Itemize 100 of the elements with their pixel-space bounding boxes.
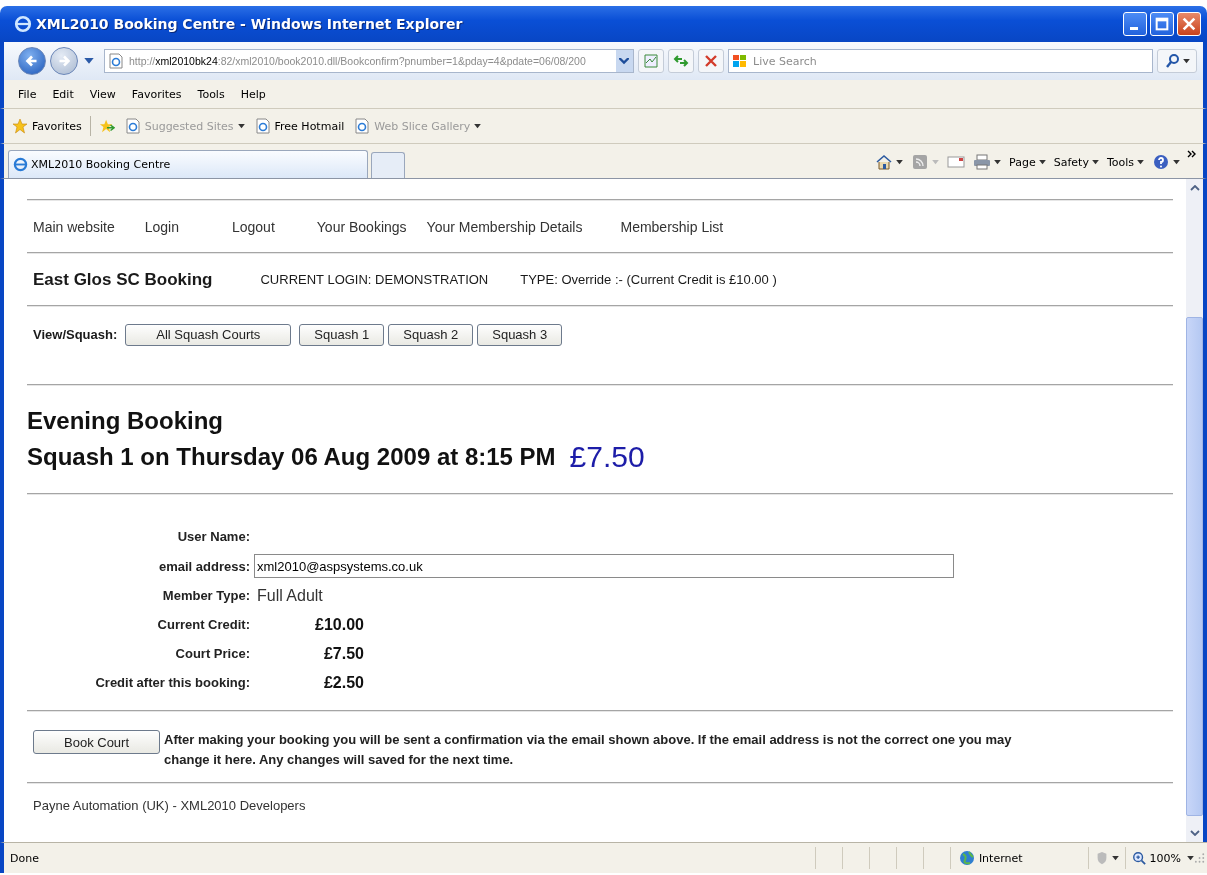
dropdown-arrow-icon [1182, 58, 1190, 64]
window-title: XML2010 Booking Centre - Windows Internet Explorer [36, 16, 464, 32]
footer-text: Payne Automation (UK) - XML2010 Developers [32, 797, 307, 813]
nav-link[interactable]: Membership List [620, 218, 724, 235]
dropdown-arrow-icon [1173, 159, 1180, 165]
globe-icon [958, 850, 975, 866]
menu-item[interactable]: View [81, 87, 124, 101]
account-type: TYPE: Override :- (Current Credit is £10.00 ) [520, 272, 777, 287]
field-label: Current Credit: [156, 616, 250, 634]
page-icon [254, 118, 271, 134]
printer-icon [973, 154, 992, 170]
club-title: East Glos SC Booking [33, 269, 213, 290]
stop-button[interactable] [698, 49, 724, 73]
scroll-up-icon[interactable] [1189, 185, 1200, 191]
email-field[interactable]: xml2010@aspsystems.co.uk [254, 554, 954, 578]
address-field[interactable]: http://xml2010bk24:82/xml2010/book2010.dll/Bookconfirm?pnumber=1&pday=4&pdate=06/08/200 [104, 49, 634, 73]
forward-button[interactable] [50, 47, 78, 75]
feed-icon [911, 154, 930, 170]
booking-price: £7.50 [569, 440, 645, 474]
compatibility-button[interactable] [638, 49, 664, 73]
field-value: Full Adult [256, 586, 324, 605]
page-icon [109, 53, 123, 69]
menu-item[interactable]: File [10, 87, 45, 101]
view-label: View/Squash: [33, 327, 118, 342]
stop-x-icon [703, 53, 719, 69]
favorites-button[interactable]: Favorites [10, 116, 84, 136]
home-button[interactable] [874, 153, 905, 171]
nav-link[interactable]: Login [144, 218, 179, 235]
command-menu[interactable]: Tools [1105, 154, 1145, 170]
field-label: email address: [157, 557, 250, 576]
dropdown-arrow-icon[interactable] [1186, 855, 1194, 861]
dropdown-arrow-icon [1137, 159, 1144, 165]
page-icon [354, 118, 371, 134]
zoom-button[interactable]: 100% [1125, 847, 1187, 869]
field-label: User Name: [176, 528, 250, 546]
minimize-icon [1130, 27, 1138, 30]
security-zone: Internet [949, 847, 1089, 869]
dropdown-arrow-icon [1091, 159, 1099, 165]
scrollbar-thumb[interactable] [1186, 317, 1203, 816]
nav-link[interactable]: Your Membership Details [426, 218, 583, 235]
favorites-link[interactable]: Free Hotmail [252, 116, 347, 136]
command-menu[interactable]: Safety [1052, 154, 1100, 170]
nav-link[interactable]: Your Bookings [316, 218, 407, 235]
nav-link[interactable]: Main website [33, 218, 115, 235]
address-dropdown-button[interactable] [616, 50, 633, 72]
close-button[interactable] [1177, 12, 1201, 36]
field-value: £10.00 [314, 615, 364, 634]
field-label: Court Price: [174, 645, 250, 663]
dropdown-arrow-icon [1112, 855, 1120, 861]
status-text: Done [10, 851, 40, 865]
scroll-down-icon[interactable] [1189, 830, 1200, 836]
refresh-button[interactable] [668, 49, 694, 73]
booking-title: Evening Booking [27, 406, 224, 436]
maximize-button[interactable] [1150, 12, 1174, 36]
court-button[interactable]: Squash 1 [299, 323, 385, 346]
help-icon [1152, 154, 1170, 170]
dropdown-arrow-icon [896, 159, 904, 165]
search-icon [1164, 53, 1181, 69]
dropdown-arrow-icon [932, 159, 940, 165]
dropdown-arrow-icon [474, 123, 482, 129]
command-menu[interactable]: Page [1008, 154, 1047, 170]
mail-button[interactable] [946, 153, 967, 171]
vertical-scrollbar[interactable] [1186, 179, 1203, 842]
minimize-button[interactable] [1123, 12, 1147, 36]
menu-item[interactable]: Favorites [123, 87, 190, 101]
back-button[interactable] [18, 47, 46, 75]
house-icon [875, 154, 894, 170]
field-label: Credit after this booking: [94, 674, 250, 692]
field-label: Member Type: [161, 587, 250, 605]
field-value: £7.50 [322, 644, 364, 663]
nav-link[interactable]: Logout [231, 218, 275, 235]
menu-item[interactable]: Tools [189, 87, 233, 101]
chevrons-right-icon[interactable] [1187, 150, 1197, 158]
confirmation-notice: After making your booking you will be sent a confirmation via the email shown above. If the email address is not the correct one you may change it here. Any changes will saved for the next time. [164, 731, 1013, 769]
court-button[interactable]: All Squash Courts [125, 323, 292, 346]
court-button[interactable]: Squash 3 [477, 323, 563, 346]
maximize-icon [1154, 16, 1170, 32]
menu-item[interactable]: Help [232, 87, 274, 101]
browser-logo-icon [14, 15, 32, 33]
page-icon [124, 118, 141, 134]
dropdown-arrow-icon [994, 159, 1002, 165]
chevron-down-icon [619, 57, 629, 65]
field-value: £2.50 [322, 673, 364, 692]
close-icon [1181, 16, 1197, 32]
print-button[interactable] [972, 153, 1003, 171]
menu-item[interactable]: Edit [44, 87, 82, 101]
dropdown-arrow-icon [1038, 159, 1046, 165]
envelope-icon [947, 154, 966, 170]
help-button[interactable] [1151, 153, 1181, 171]
star-icon [12, 118, 28, 134]
refresh-arrows-icon [673, 53, 689, 69]
search-field[interactable]: Live Search [728, 49, 1153, 73]
search-button[interactable] [1157, 49, 1197, 73]
browser-tab[interactable]: XML2010 Booking Centre [8, 150, 368, 178]
book-court-button[interactable]: Book Court [33, 730, 161, 754]
dropdown-arrow-icon[interactable] [84, 57, 94, 65]
browser-logo-icon [13, 157, 28, 172]
court-button[interactable]: Squash 2 [388, 323, 474, 346]
resize-grip-icon[interactable] [1193, 852, 1205, 864]
dropdown-arrow-icon [237, 123, 245, 129]
